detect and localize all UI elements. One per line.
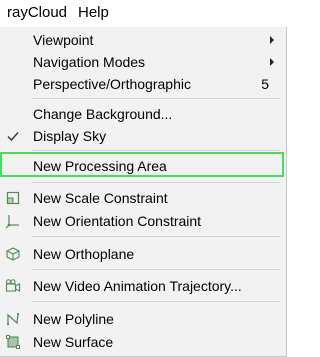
menu-item-label: New Orthoplane — [33, 246, 135, 262]
menu-separator — [32, 269, 280, 270]
menu-item-label: New Video Animation Trajectory... — [33, 278, 242, 294]
checkmark-icon — [7, 132, 19, 142]
menubar-raycloud[interactable]: rayCloud — [7, 4, 67, 22]
menu-item-label: Viewpoint — [33, 32, 94, 48]
menu-item-new-surface[interactable]: New Surface — [0, 331, 286, 353]
menu-item-navigation-modes[interactable]: Navigation Modes — [0, 51, 286, 73]
menu-item-change-background[interactable]: Change Background... — [0, 103, 286, 125]
raycloud-dropdown-menu: Viewpoint Navigation Modes Perspective/O… — [0, 27, 287, 357]
submenu-arrow-icon — [270, 36, 274, 44]
video-camera-icon — [5, 279, 21, 292]
menu-bar: rayCloud Help — [0, 0, 288, 28]
surface-icon — [6, 335, 20, 349]
menu-item-label: Navigation Modes — [33, 54, 146, 70]
menu-separator — [32, 150, 280, 151]
menu-separator — [32, 236, 280, 237]
menubar-help[interactable]: Help — [78, 4, 109, 22]
menu-item-label: Change Background... — [33, 106, 173, 122]
scale-constraint-icon — [6, 191, 20, 205]
menu-item-display-sky[interactable]: Display Sky — [0, 125, 286, 147]
menu-item-label: New Scale Constraint — [33, 190, 168, 206]
menu-item-label: New Surface — [33, 334, 114, 350]
menu-item-label: New Polyline — [33, 311, 114, 327]
menu-item-new-orientation-constraint[interactable]: New Orientation Constraint — [0, 210, 286, 232]
menu-item-label: Display Sky — [33, 128, 107, 144]
menu-separator — [32, 182, 280, 183]
menu-item-new-scale-constraint[interactable]: New Scale Constraint — [0, 187, 286, 209]
orientation-constraint-icon — [5, 215, 19, 229]
menu-separator — [32, 98, 280, 99]
menu-item-label: New Orientation Constraint — [33, 213, 202, 229]
menu-item-new-orthoplane[interactable]: New Orthoplane — [0, 243, 286, 265]
menu-separator — [32, 301, 280, 302]
highlight-box — [0, 152, 284, 177]
orthoplane-icon — [6, 247, 20, 261]
menu-item-viewpoint[interactable]: Viewpoint — [0, 29, 286, 51]
submenu-arrow-icon — [270, 58, 274, 66]
shortcut-label: 5 — [261, 76, 269, 92]
polyline-icon — [6, 312, 20, 326]
menu-item-new-video-animation-trajectory[interactable]: New Video Animation Trajectory... — [0, 275, 286, 297]
menu-item-perspective-orthographic[interactable]: Perspective/Orthographic 5 — [0, 73, 286, 95]
menu-item-label: Perspective/Orthographic — [33, 76, 191, 92]
menu-item-new-polyline[interactable]: New Polyline — [0, 308, 286, 330]
